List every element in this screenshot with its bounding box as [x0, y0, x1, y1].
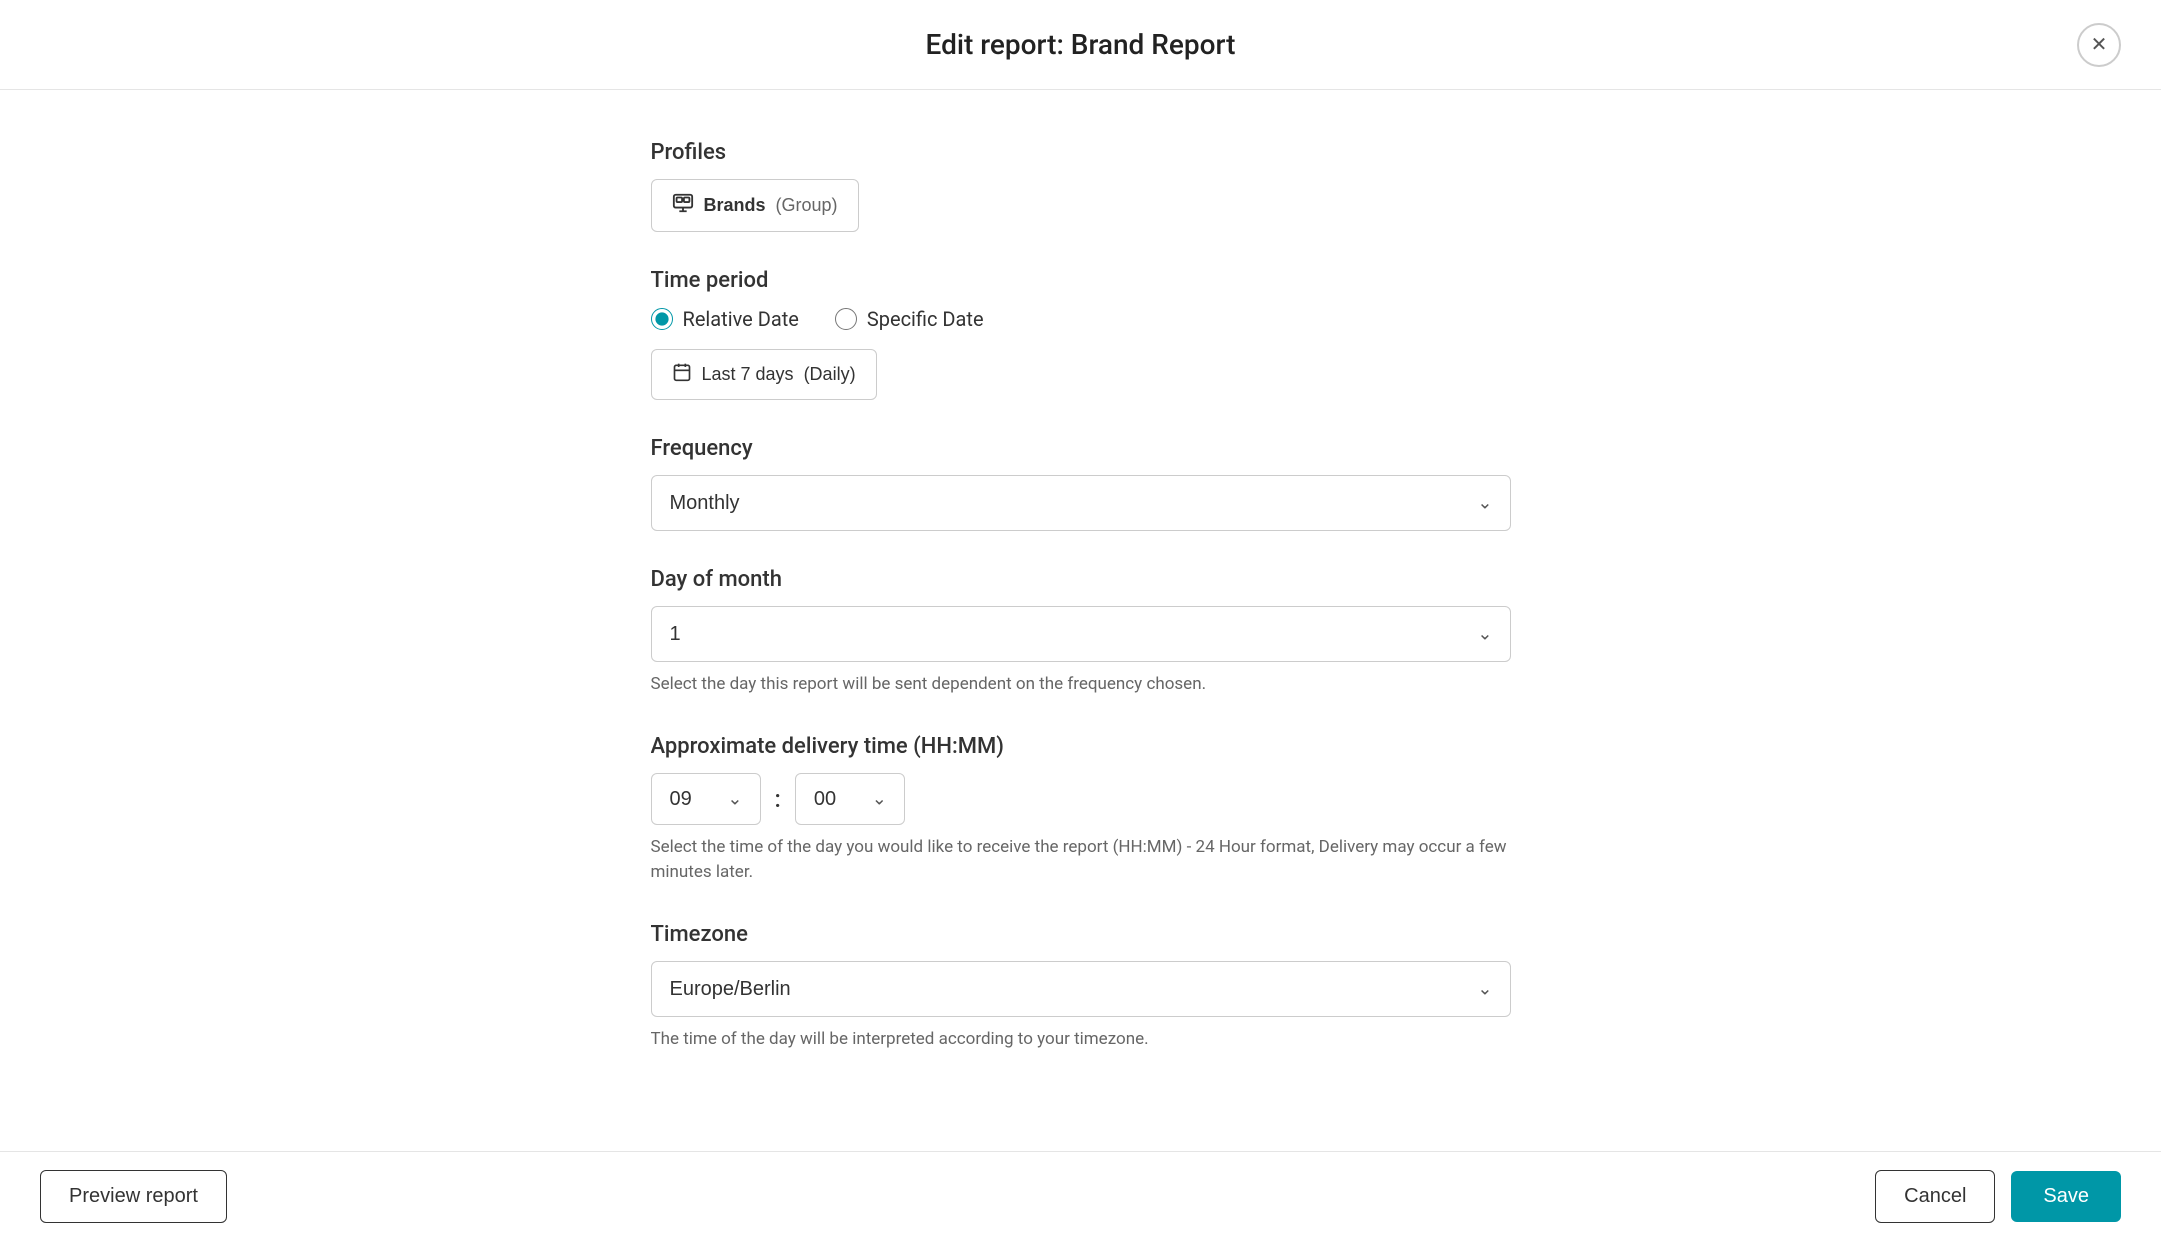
relative-date-option[interactable]: Relative Date — [651, 307, 799, 331]
preview-report-button[interactable]: Preview report — [40, 1170, 227, 1223]
relative-date-radio[interactable] — [651, 308, 673, 330]
timezone-select[interactable]: Europe/Berlin Europe/London America/New_… — [651, 961, 1511, 1017]
profile-group: (Group) — [776, 195, 838, 216]
minute-select-wrapper: 00 15 30 45 ⌄ — [795, 773, 905, 825]
time-period-label: Time period — [651, 268, 1511, 293]
frequency-select[interactable]: Daily Weekly Monthly — [651, 475, 1511, 531]
delivery-time-help: Select the time of the day you would lik… — [651, 835, 1511, 886]
specific-date-label: Specific Date — [867, 307, 984, 331]
time-period-radio-group: Relative Date Specific Date — [651, 307, 1511, 331]
profiles-button[interactable]: Brands (Group) — [651, 179, 859, 232]
time-colon: : — [775, 785, 781, 813]
modal-header: Edit report: Brand Report ✕ — [0, 0, 2161, 90]
frequency-select-wrapper: Daily Weekly Monthly ⌄ — [651, 475, 1511, 531]
save-label: Save — [2043, 1185, 2089, 1207]
frequency-section: Frequency Daily Weekly Monthly ⌄ — [651, 436, 1511, 531]
frequency-label: Frequency — [651, 436, 1511, 461]
date-range-suffix: (Daily) — [804, 364, 856, 385]
date-range-button[interactable]: Last 7 days (Daily) — [651, 349, 877, 400]
relative-date-label: Relative Date — [683, 307, 799, 331]
cancel-button[interactable]: Cancel — [1875, 1170, 1995, 1223]
profiles-label: Profiles — [651, 140, 1511, 165]
timezone-select-wrapper: Europe/Berlin Europe/London America/New_… — [651, 961, 1511, 1017]
minute-select[interactable]: 00 15 30 45 — [795, 773, 905, 825]
delivery-time-label: Approximate delivery time (HH:MM) — [651, 734, 1511, 759]
modal-footer: Preview report Cancel Save — [0, 1151, 2161, 1241]
delivery-time-section: Approximate delivery time (HH:MM) 00 01 … — [651, 734, 1511, 886]
day-of-month-label: Day of month — [651, 567, 1511, 592]
cancel-label: Cancel — [1904, 1185, 1966, 1207]
timezone-label: Timezone — [651, 922, 1511, 947]
day-of-month-select-wrapper: 1 2 3 4 5 6 7 8 9 10 11 12 13 14 15 16 1… — [651, 606, 1511, 662]
modal-body: Profiles Brands (Group) Time period Rela… — [651, 90, 1511, 1151]
brands-icon — [672, 192, 694, 219]
time-period-section: Time period Relative Date Specific Date … — [651, 268, 1511, 400]
profiles-section: Profiles Brands (Group) — [651, 140, 1511, 232]
hour-select[interactable]: 00 01 02 03 04 05 06 07 08 09 10 11 12 1… — [651, 773, 761, 825]
day-of-month-select[interactable]: 1 2 3 4 5 6 7 8 9 10 11 12 13 14 15 16 1… — [651, 606, 1511, 662]
day-of-month-help: Select the day this report will be sent … — [651, 672, 1511, 698]
footer-right-actions: Cancel Save — [1875, 1170, 2121, 1223]
specific-date-radio[interactable] — [835, 308, 857, 330]
timezone-section: Timezone Europe/Berlin Europe/London Ame… — [651, 922, 1511, 1053]
page-title: Edit report: Brand Report — [926, 28, 1236, 61]
calendar-icon — [672, 362, 692, 387]
hour-select-wrapper: 00 01 02 03 04 05 06 07 08 09 10 11 12 1… — [651, 773, 761, 825]
save-button[interactable]: Save — [2011, 1171, 2121, 1222]
specific-date-option[interactable]: Specific Date — [835, 307, 984, 331]
close-button[interactable]: ✕ — [2077, 23, 2121, 67]
timezone-help: The time of the day will be interpreted … — [651, 1027, 1511, 1053]
preview-report-label: Preview report — [69, 1185, 198, 1207]
day-of-month-section: Day of month 1 2 3 4 5 6 7 8 9 10 11 12 … — [651, 567, 1511, 698]
close-icon: ✕ — [2091, 32, 2108, 57]
time-group: 00 01 02 03 04 05 06 07 08 09 10 11 12 1… — [651, 773, 1511, 825]
date-range-label: Last 7 days — [702, 364, 794, 385]
profile-name: Brands — [704, 195, 766, 216]
